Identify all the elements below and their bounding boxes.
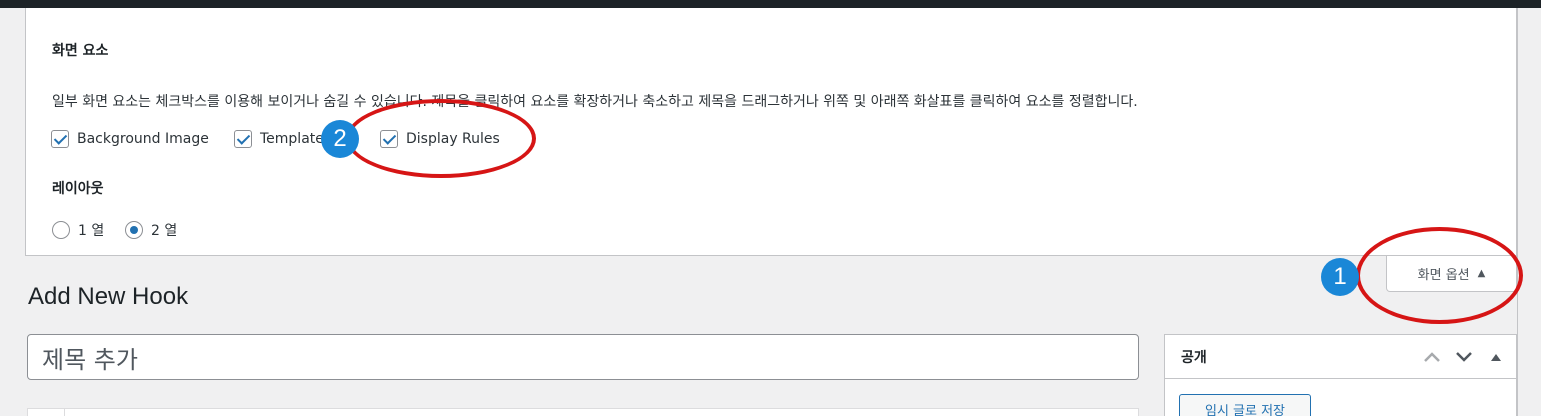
- annotation-ring-1: [1356, 227, 1523, 324]
- screen-elements-description: 일부 화면 요소는 체크박스를 이용해 보이거나 숨길 수 있습니다. 제목을 …: [52, 94, 1138, 110]
- screen-elements-heading: 화면 요소: [52, 43, 109, 59]
- save-draft-button[interactable]: 임시 글로 저장: [1179, 394, 1311, 416]
- publish-box-controls: [1422, 347, 1506, 367]
- page-title: Add New Hook: [28, 283, 189, 310]
- right-edge: [1517, 8, 1541, 416]
- layout-heading: 레이아웃: [52, 181, 104, 197]
- radio-checked-icon[interactable]: [125, 221, 143, 239]
- annotation-ring-2: [346, 99, 536, 178]
- annotation-badge-2: 2: [321, 120, 359, 158]
- radio-label: 2 열: [151, 223, 178, 239]
- checkbox-template[interactable]: Template: [234, 128, 324, 150]
- checkbox-checked-icon[interactable]: [51, 130, 69, 148]
- publish-box: 공개 임시 글로 저장: [1164, 334, 1517, 416]
- publish-box-header[interactable]: 공개: [1165, 335, 1516, 379]
- post-title-input[interactable]: 제목 추가: [27, 334, 1139, 380]
- screen-options-panel: 화면 요소 일부 화면 요소는 체크박스를 이용해 보이거나 숨길 수 있습니다…: [25, 8, 1517, 256]
- chevron-down-icon[interactable]: [1454, 347, 1474, 367]
- checkbox-background-image[interactable]: Background Image: [51, 128, 209, 150]
- title-placeholder: 제목 추가: [42, 345, 138, 374]
- checkbox-label: Template: [260, 131, 324, 147]
- checkbox-label: Background Image: [77, 131, 209, 147]
- radio-1-column[interactable]: 1 열: [52, 219, 104, 241]
- checkbox-checked-icon[interactable]: [234, 130, 252, 148]
- annotation-badge-1: 1: [1321, 258, 1359, 296]
- chevron-up-icon[interactable]: [1422, 347, 1442, 367]
- radio-2-columns[interactable]: 2 열: [125, 219, 177, 241]
- radio-label: 1 열: [78, 223, 105, 239]
- editor-toolbar: [27, 408, 1139, 416]
- radio-unchecked-icon[interactable]: [52, 221, 70, 239]
- publish-box-title: 공개: [1181, 349, 1207, 366]
- triangle-up-icon[interactable]: [1486, 347, 1506, 367]
- admin-bar: [0, 0, 1541, 8]
